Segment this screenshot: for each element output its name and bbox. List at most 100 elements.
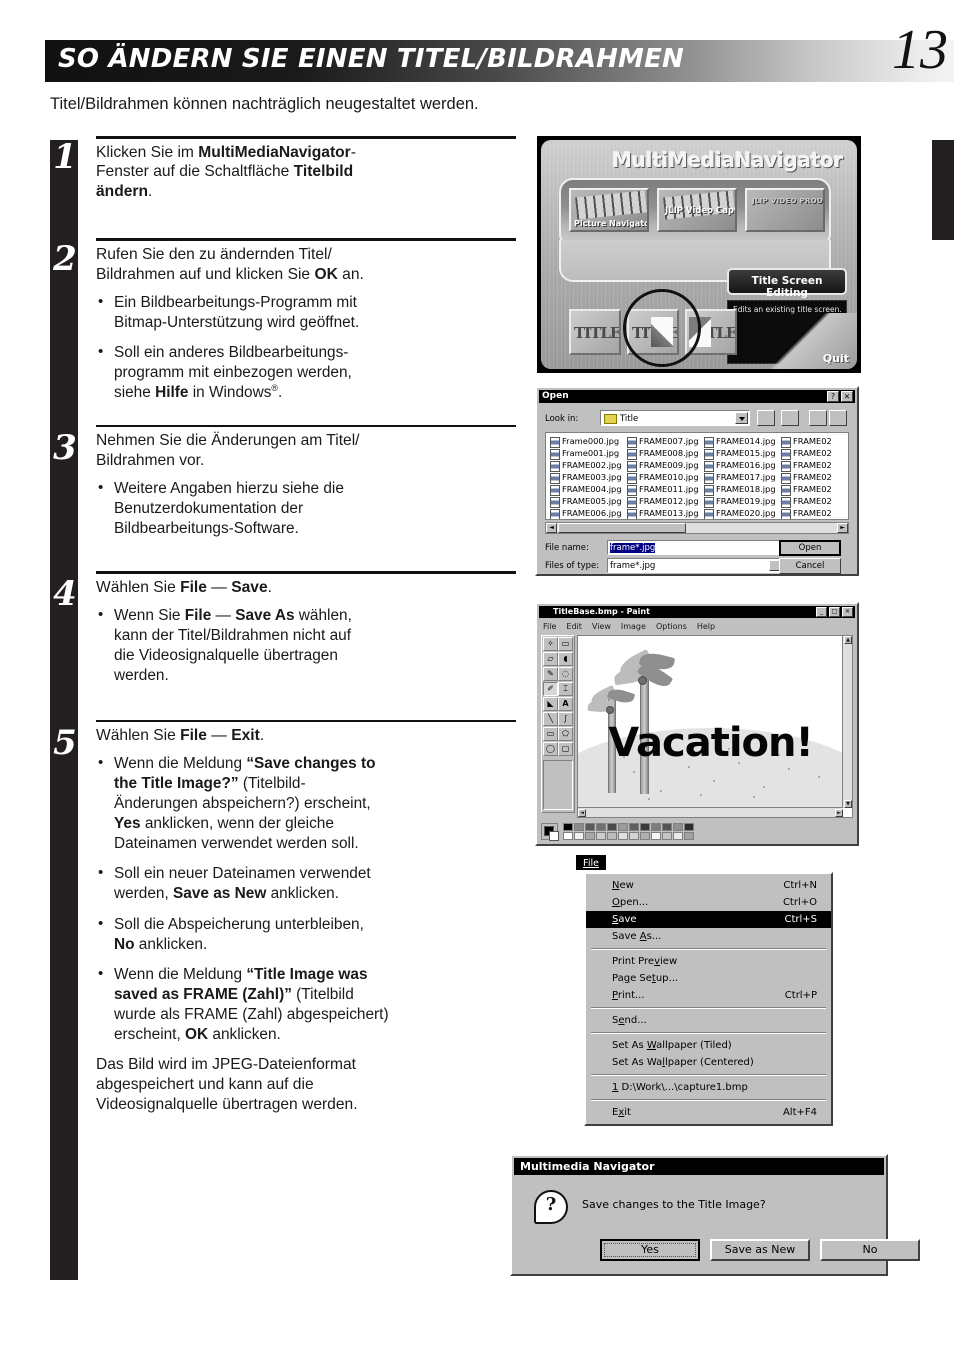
color-swatch[interactable]: [563, 823, 573, 831]
open-dialog[interactable]: Open ? ✕ Look in: Title Frame000.jpg Fra…: [535, 386, 859, 576]
minimize-icon[interactable]: _: [816, 607, 827, 617]
list-item[interactable]: Frame000.jpg: [549, 435, 623, 448]
color-swatch[interactable]: [563, 832, 573, 840]
list-item[interactable]: FRAME015.jpg: [703, 447, 777, 460]
multimedianavigator-window[interactable]: MultiMediaNavigator Picture Navigator JL…: [537, 136, 861, 373]
paint-menubar[interactable]: File Edit View Image Options Help: [539, 620, 855, 633]
color-swatch[interactable]: [673, 832, 683, 840]
cancel-button[interactable]: Cancel: [779, 558, 841, 574]
rounded-rect-icon[interactable]: ▢: [558, 742, 573, 756]
list-item[interactable]: FRAME02: [780, 483, 848, 496]
scroll-up-icon[interactable]: ▲: [844, 636, 852, 644]
pick-color-icon[interactable]: ✎: [543, 667, 558, 681]
scroll-left-icon[interactable]: ◄: [578, 809, 586, 817]
list-item[interactable]: FRAME014.jpg: [703, 435, 777, 448]
title-screen-editing-button[interactable]: Title Screen Editing: [727, 268, 847, 299]
scrollbar-thumb[interactable]: [558, 523, 686, 533]
color-swatch[interactable]: [651, 823, 661, 831]
list-item[interactable]: FRAME002.jpg: [549, 459, 623, 472]
list-item[interactable]: FRAME008.jpg: [626, 447, 700, 460]
scroll-right-icon[interactable]: ►: [837, 523, 848, 533]
menu-item-send[interactable]: Send...: [586, 1012, 831, 1029]
line-icon[interactable]: ╲: [543, 712, 558, 726]
fill-icon[interactable]: ◖: [558, 652, 573, 666]
list-item[interactable]: FRAME011.jpg: [626, 483, 700, 496]
file-dropdown-menu[interactable]: New Ctrl+N Open... Ctrl+O Save Ctrl+S Save …: [584, 872, 833, 1126]
list-item[interactable]: FRAME016.jpg: [703, 459, 777, 472]
color-swatch[interactable]: [640, 823, 650, 831]
list-item[interactable]: FRAME020.jpg: [703, 507, 777, 519]
close-icon[interactable]: ✕: [842, 607, 853, 617]
list-item[interactable]: FRAME009.jpg: [626, 459, 700, 472]
list-item[interactable]: FRAME02: [780, 507, 848, 519]
color-swatch[interactable]: [585, 823, 595, 831]
menu-item-exit[interactable]: Exit Alt+F4: [586, 1104, 831, 1121]
scroll-down-icon[interactable]: ▼: [844, 800, 852, 808]
file-name-input[interactable]: frame*.jpg: [607, 540, 783, 555]
save-as-new-button[interactable]: Save as New: [710, 1239, 810, 1261]
free-form-select-icon[interactable]: ✧: [543, 637, 558, 651]
pencil-icon[interactable]: ✐: [543, 682, 558, 696]
brush-icon[interactable]: ⌶: [558, 682, 573, 696]
color-palette[interactable]: [541, 822, 853, 841]
save-changes-dialog[interactable]: Multimedia Navigator ? Save changes to t…: [510, 1154, 920, 1276]
list-item[interactable]: FRAME013.jpg: [626, 507, 700, 519]
list-item[interactable]: FRAME02: [780, 435, 848, 448]
menu-item-save-as[interactable]: Save As...: [586, 928, 831, 945]
ellipse-icon[interactable]: ◯: [543, 742, 558, 756]
list-item[interactable]: FRAME005.jpg: [549, 495, 623, 508]
color-swatch[interactable]: [574, 832, 584, 840]
list-item[interactable]: FRAME004.jpg: [549, 483, 623, 496]
menu-item-wallpaper-centered[interactable]: Set As Wallpaper (Centered): [586, 1054, 831, 1071]
color-swatch[interactable]: [684, 823, 694, 831]
color-swatch[interactable]: [629, 823, 639, 831]
look-in-dropdown[interactable]: Title: [600, 410, 750, 426]
color-swatch[interactable]: [629, 832, 639, 840]
no-button[interactable]: No: [820, 1239, 920, 1261]
color-swatch[interactable]: [651, 832, 661, 840]
rectangle-icon[interactable]: ▭: [543, 727, 558, 741]
text-tool-icon[interactable]: A: [558, 697, 573, 711]
color-swatch[interactable]: [596, 832, 606, 840]
list-item[interactable]: Frame001.jpg: [549, 447, 623, 460]
list-item[interactable]: FRAME010.jpg: [626, 471, 700, 484]
color-swatch[interactable]: [596, 823, 606, 831]
help-icon[interactable]: ?: [827, 391, 839, 402]
menu-options[interactable]: Options: [656, 620, 687, 633]
paint-window[interactable]: TitleBase.bmp - Paint _ □ ✕ File Edit View…: [535, 602, 859, 846]
eraser-icon[interactable]: ▱: [543, 652, 558, 666]
new-folder-icon[interactable]: [781, 410, 799, 426]
menu-item-open[interactable]: Open... Ctrl+O: [586, 894, 831, 911]
up-one-level-icon[interactable]: [757, 410, 775, 426]
file-list[interactable]: Frame000.jpg Frame001.jpg FRAME002.jpg F…: [545, 432, 849, 520]
menu-edit[interactable]: Edit: [566, 620, 582, 633]
menu-item-wallpaper-tiled[interactable]: Set As Wallpaper (Tiled): [586, 1037, 831, 1054]
color-swatch[interactable]: [684, 832, 694, 840]
paint-canvas[interactable]: Vacation! ▲ ▼ ◄ ►: [577, 635, 853, 818]
color-swatch[interactable]: [662, 823, 672, 831]
file-menu-button[interactable]: File: [575, 854, 607, 871]
menu-view[interactable]: View: [592, 620, 611, 633]
menu-item-print[interactable]: Print... Ctrl+P: [586, 987, 831, 1004]
canvas-horizontal-scrollbar[interactable]: ◄ ►: [578, 807, 843, 817]
list-item[interactable]: FRAME003.jpg: [549, 471, 623, 484]
color-swatch[interactable]: [662, 832, 672, 840]
menu-help[interactable]: Help: [697, 620, 715, 633]
menu-item-recent-file[interactable]: 1 D:\Work\...\capture1.bmp: [586, 1079, 831, 1096]
menu-item-page-setup[interactable]: Page Setup...: [586, 970, 831, 987]
list-item[interactable]: FRAME018.jpg: [703, 483, 777, 496]
list-item[interactable]: FRAME017.jpg: [703, 471, 777, 484]
list-item[interactable]: FRAME02: [780, 495, 848, 508]
list-item[interactable]: FRAME012.jpg: [626, 495, 700, 508]
menu-file[interactable]: File: [543, 620, 556, 633]
menu-image[interactable]: Image: [621, 620, 646, 633]
list-item[interactable]: FRAME02: [780, 471, 848, 484]
menu-item-new[interactable]: New Ctrl+N: [586, 877, 831, 894]
scroll-left-icon[interactable]: ◄: [546, 523, 557, 533]
tool-palette[interactable]: ✧ ▭ ▱ ◖ ✎ ◌ ✐ ⌶ ◣ A ╲ ∫ ▭ ⬠ ◯ ▢: [541, 635, 575, 813]
list-item[interactable]: FRAME007.jpg: [626, 435, 700, 448]
curve-icon[interactable]: ∫: [558, 712, 573, 726]
airbrush-icon[interactable]: ◣: [543, 697, 558, 711]
jlip-video-producer-button[interactable]: JLIP VIDEO PRODUCER: [745, 188, 825, 232]
canvas-vertical-scrollbar[interactable]: ▲ ▼: [842, 636, 852, 808]
